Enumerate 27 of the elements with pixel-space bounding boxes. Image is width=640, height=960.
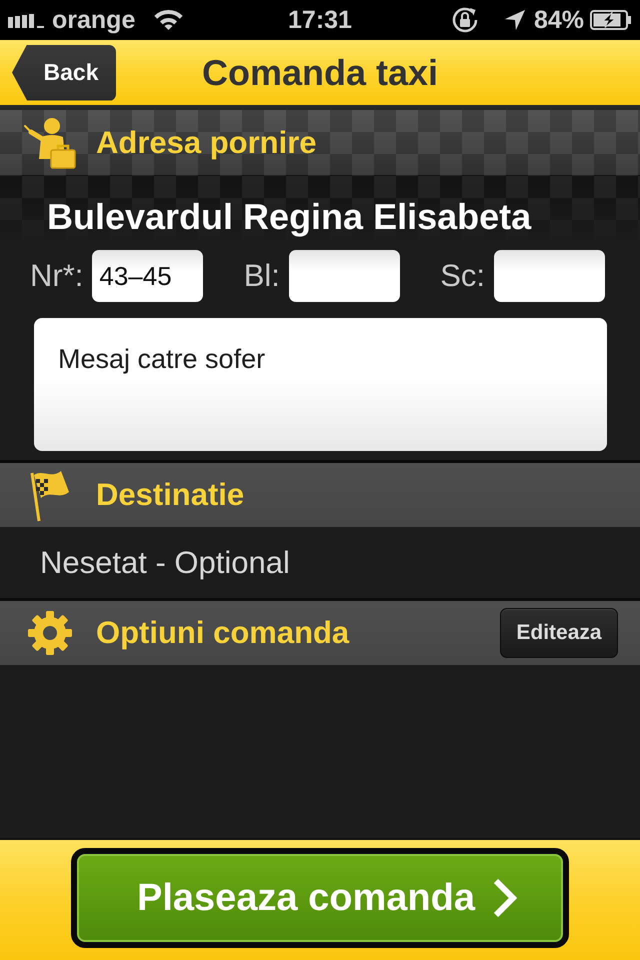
section-title: Destinatie (96, 477, 246, 513)
edit-button[interactable]: Editeaza (500, 608, 618, 658)
street-name: Bulevardul Regina Elisabeta (47, 195, 532, 239)
section-title: Optiuni comanda (96, 615, 350, 651)
gear-icon (27, 610, 73, 656)
section-title: Adresa pornire (96, 124, 318, 160)
destination-value[interactable]: Nesetat - Optional (40, 544, 290, 580)
battery-percentage: 84% (534, 5, 584, 35)
chevron-right-icon (492, 878, 517, 918)
carrier-name: orange (52, 5, 136, 35)
screen-title: Comanda taxi (202, 52, 438, 94)
status-time: 17:31 (288, 6, 352, 34)
field-label: Bl: (244, 258, 280, 294)
input-field[interactable] (494, 250, 605, 302)
input-field[interactable] (288, 250, 400, 302)
message-field[interactable]: Mesaj catre sofer (34, 318, 607, 451)
location-arrow-icon (504, 9, 526, 31)
back-button[interactable]: Back (12, 44, 116, 100)
field-label: Sc: (440, 258, 485, 294)
wifi-icon (152, 8, 186, 32)
battery-charging-icon (590, 10, 632, 30)
person-briefcase-icon (24, 116, 76, 168)
checkered-flag-icon (29, 468, 71, 522)
rotation-lock-icon (450, 5, 480, 35)
signal-bars-icon (8, 12, 45, 28)
input-field[interactable]: 43–45 (92, 250, 204, 302)
field-label: Nr*: (30, 258, 84, 294)
